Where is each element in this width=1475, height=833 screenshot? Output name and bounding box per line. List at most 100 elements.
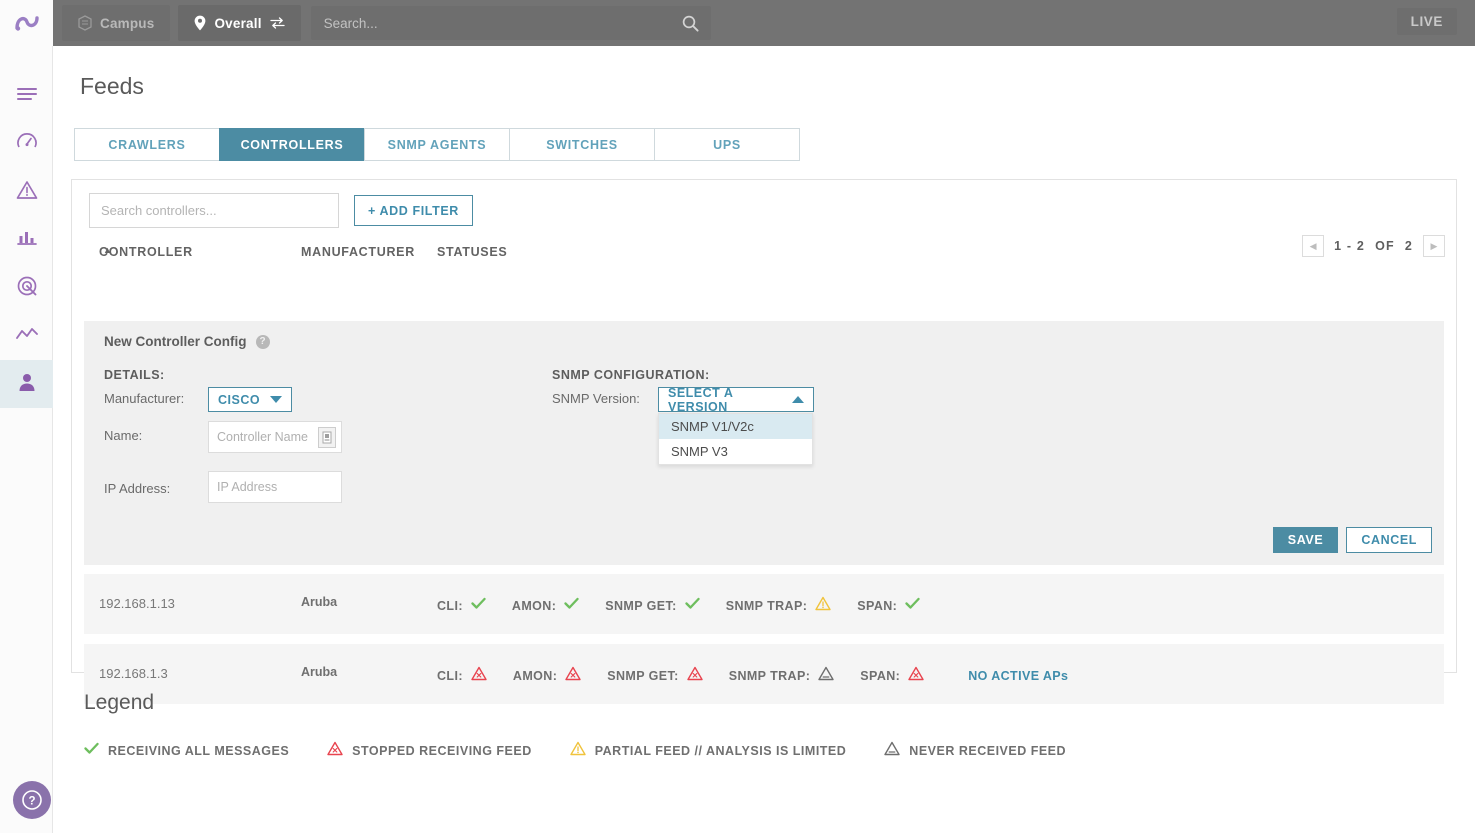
brand-logo-icon [14,16,39,31]
status-ok-check-icon [84,742,99,760]
global-search-input[interactable] [310,6,711,40]
dropdown-option-snmp-v3[interactable]: SNMP V3 [659,439,812,464]
snmp-version-select[interactable]: SELECT A VERSION [658,386,814,414]
global-search[interactable] [310,6,711,40]
legend: RECEIVING ALL MESSAGES STOPPED RECEIVING… [84,741,1104,761]
campus-button[interactable]: Campus [62,5,171,41]
status-snmp-get: SNMP GET: [605,597,700,615]
controller-name-field[interactable]: Controller Name [208,421,342,453]
status-label: SNMP GET: [605,599,677,613]
config-title-text: New Controller Config [104,334,247,349]
bar-chart-icon [16,228,38,253]
column-header-statuses[interactable]: STATUSES [437,245,507,259]
ip-address-placeholder: IP Address [217,480,278,494]
save-label: SAVE [1287,533,1324,547]
feed-type-tabs: CRAWLERS CONTROLLERS SNMP AGENTS SWITCHE… [74,128,800,161]
status-span: SPAN: [860,666,924,686]
legend-label: NEVER RECEIVED FEED [909,744,1067,758]
help-button[interactable]: ? [13,781,51,819]
tab-ups[interactable]: UPS [654,128,800,161]
controllers-card: + ADD FILTER CONTROLLER▲ MANUFACTURER ST… [71,179,1457,704]
status-label: SNMP GET: [607,669,679,683]
tab-controllers[interactable]: CONTROLLERS [219,128,365,161]
legend-item-partial: PARTIAL FEED // ANALYSIS IS LIMITED [570,741,847,761]
alert-triangle-icon [16,180,38,205]
radar-target-icon [16,275,38,302]
app-logo[interactable] [0,0,53,46]
chevron-up-icon [792,396,804,403]
sidebar-item-dashboard[interactable] [0,120,53,168]
pagination-range: 1 - 2 [1334,239,1366,253]
save-button[interactable]: SAVE [1272,527,1339,553]
status-label: CLI: [437,599,463,613]
legend-item-stopped: STOPPED RECEIVING FEED [327,741,532,761]
sidebar-item-alerts[interactable] [0,168,53,216]
tab-snmp-agents[interactable]: SNMP AGENTS [364,128,510,161]
top-bar: Campus Overall LIVE [0,0,1475,46]
dropdown-option-label: SNMP V3 [671,444,728,459]
cancel-label: CANCEL [1361,533,1417,547]
pagination-next-button[interactable]: ▶ [1423,235,1445,257]
sort-asc-icon: ▲ [103,245,113,255]
row-controller-ip: 192.168.1.3 [99,666,168,681]
new-controller-config-panel: New Controller Config ? DETAILS: Manufac… [84,321,1444,565]
status-stopped-error-icon [565,666,581,686]
line-chart-icon [15,326,39,347]
status-ok-check-icon [905,597,920,615]
status-label: SNMP TRAP: [728,669,811,683]
sidebar-item-users[interactable] [0,360,53,408]
sidebar-item-trends[interactable] [0,312,53,360]
status-snmp-get: SNMP GET: [607,666,703,686]
building-icon [78,15,92,31]
status-amon: AMON: [512,597,579,615]
column-header-manufacturer[interactable]: MANUFACTURER [301,245,415,259]
search-icon[interactable] [682,15,699,37]
details-section-label: DETAILS: [104,368,165,382]
help-tooltip-icon[interactable]: ? [255,334,270,349]
name-picker-icon[interactable] [318,427,336,448]
overall-button[interactable]: Overall [178,5,301,41]
cancel-button[interactable]: CANCEL [1346,527,1432,553]
swap-arrows-icon[interactable] [270,17,285,29]
config-actions: SAVE CANCEL [1272,527,1432,553]
search-controllers-input[interactable] [89,193,339,228]
status-label: CLI: [437,669,463,683]
pagination-prev-button[interactable]: ◀ [1302,235,1325,257]
pagination-total: 2 [1404,239,1413,253]
table-row[interactable]: 192.168.1.3 Aruba CLI: AMON: SNMP GET: S… [84,644,1444,704]
add-filter-button[interactable]: + ADD FILTER [354,195,473,226]
table-row[interactable]: 192.168.1.13 Aruba CLI: AMON: SNMP GET: [84,574,1444,634]
status-snmp-trap: SNMP TRAP: [726,596,832,616]
status-stopped-error-icon [687,666,703,686]
tab-switches[interactable]: SWITCHES [509,128,655,161]
sidebar-item-radar[interactable] [0,264,53,312]
status-label: SNMP TRAP: [725,599,808,613]
status-partial-warning-icon [570,741,586,761]
legend-item-never: NEVER RECEIVED FEED [884,741,1066,761]
row-statuses: CLI: AMON: SNMP GET: [437,666,1068,686]
status-ok-check-icon [564,597,579,615]
legend-label: STOPPED RECEIVING FEED [352,744,532,758]
status-label: AMON: [512,669,558,683]
legend-item-receiving: RECEIVING ALL MESSAGES [84,742,289,760]
row-manufacturer: Aruba [301,595,338,609]
sidebar-item-menu[interactable] [0,72,53,120]
add-filter-label: + ADD FILTER [368,203,459,218]
manufacturer-select[interactable]: CISCO [208,387,293,412]
dropdown-option-snmp-v1-v2c[interactable]: SNMP V1/V2c [659,414,812,439]
row-controller-ip: 192.168.1.13 [99,596,175,611]
ip-address-field[interactable]: IP Address [208,471,342,503]
gauge-icon [16,131,38,158]
manufacturer-label: Manufacturer: [104,391,185,406]
row-note[interactable]: NO ACTIVE APs [968,669,1068,683]
status-stopped-error-icon [471,666,487,686]
sidebar-item-analytics[interactable] [0,216,53,264]
menu-icon [16,86,38,107]
snmp-version-dropdown: SNMP V1/V2c SNMP V3 [658,413,813,465]
tab-crawlers[interactable]: CRAWLERS [74,128,220,161]
live-button[interactable]: LIVE [1396,8,1457,35]
chevron-down-icon [270,396,283,403]
snmp-version-label: SNMP Version: [552,391,640,406]
legend-label: PARTIAL FEED // ANALYSIS IS LIMITED [594,744,847,758]
page-content: Feeds CRAWLERS CONTROLLERS SNMP AGENTS S… [53,46,1475,833]
